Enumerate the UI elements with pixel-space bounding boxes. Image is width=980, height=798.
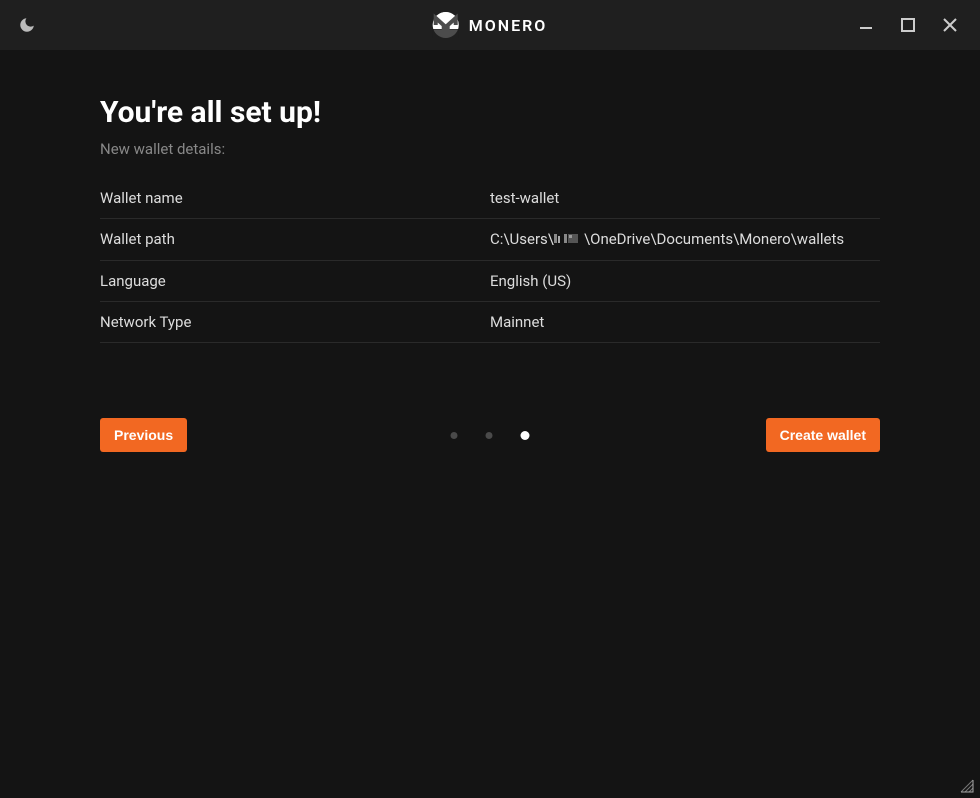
step-dot-2 <box>486 432 493 439</box>
monero-logo-icon <box>433 12 459 38</box>
close-button[interactable] <box>940 15 960 35</box>
resize-handle-icon[interactable] <box>960 778 974 792</box>
create-wallet-button[interactable]: Create wallet <box>766 418 880 452</box>
path-prefix: C:\Users\ <box>490 230 554 248</box>
detail-label-language: Language <box>100 272 490 290</box>
detail-label-wallet-path: Wallet path <box>100 230 490 249</box>
step-dot-1 <box>451 432 458 439</box>
redacted-username-icon <box>554 231 584 249</box>
table-row: Language English (US) <box>100 261 880 302</box>
wizard-footer: Previous Create wallet <box>100 418 880 452</box>
maximize-button[interactable] <box>898 15 918 35</box>
moon-icon[interactable] <box>18 16 36 34</box>
step-indicator <box>451 431 530 440</box>
page-title: You're all set up! <box>100 95 880 130</box>
detail-value-network-type: Mainnet <box>490 313 544 331</box>
detail-label-wallet-name: Wallet name <box>100 189 490 207</box>
titlebar: MONERO <box>0 0 980 50</box>
detail-label-network-type: Network Type <box>100 313 490 331</box>
window-controls <box>856 15 968 35</box>
titlebar-left <box>12 16 36 34</box>
detail-value-wallet-path: C:\Users\ \OneDrive\Documents\Monero\wall… <box>490 230 844 249</box>
wallet-details-table: Wallet name test-wallet Wallet path C:\U… <box>100 178 880 343</box>
minimize-button[interactable] <box>856 15 876 35</box>
step-dot-3 <box>521 431 530 440</box>
table-row: Wallet name test-wallet <box>100 178 880 219</box>
previous-button[interactable]: Previous <box>100 418 187 452</box>
titlebar-center: MONERO <box>433 12 548 38</box>
table-row: Wallet path C:\Users\ \OneDrive\Documents… <box>100 219 880 261</box>
table-row: Network Type Mainnet <box>100 302 880 343</box>
app-title: MONERO <box>469 16 548 35</box>
detail-value-language: English (US) <box>490 272 571 290</box>
page-subtitle: New wallet details: <box>100 140 880 158</box>
path-suffix: \OneDrive\Documents\Monero\wallets <box>584 230 844 248</box>
detail-value-wallet-name: test-wallet <box>490 189 559 207</box>
main-content: You're all set up! New wallet details: W… <box>0 50 980 452</box>
